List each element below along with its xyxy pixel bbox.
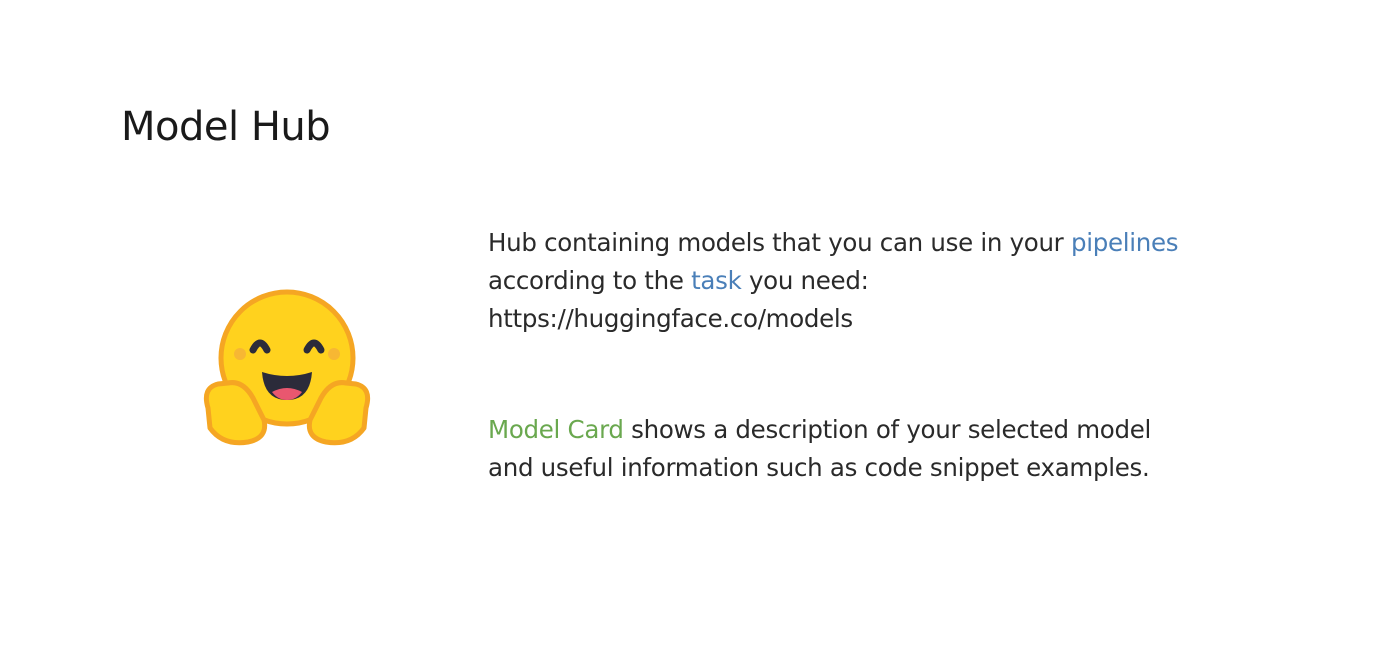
text: Hub containing models that you can use i… xyxy=(488,228,1071,257)
model-card-highlight: Model Card xyxy=(488,415,624,444)
hugging-face-emoji-icon xyxy=(203,289,371,446)
model-card-description: Model Card shows a description of your s… xyxy=(488,411,1158,487)
models-url: https://huggingface.co/models xyxy=(488,304,853,333)
pipelines-link[interactable]: pipelines xyxy=(1071,228,1179,257)
hub-description: Hub containing models that you can use i… xyxy=(488,224,1188,338)
text: you need: xyxy=(741,266,869,295)
slide-title: Model Hub xyxy=(121,104,331,150)
text: according to the xyxy=(488,266,692,295)
task-link[interactable]: task xyxy=(691,266,742,295)
